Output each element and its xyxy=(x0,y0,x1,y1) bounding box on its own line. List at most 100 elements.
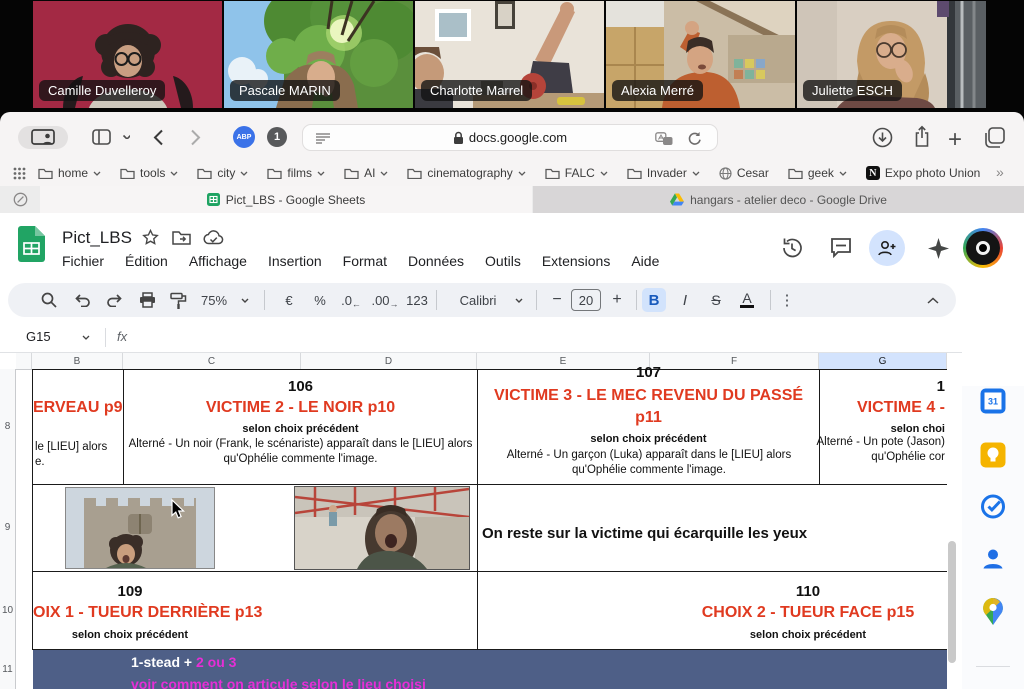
format-percent-button[interactable]: % xyxy=(307,283,333,317)
formula-input[interactable] xyxy=(140,322,962,352)
name-box[interactable]: G15 xyxy=(26,329,51,344)
extension-counter-badge[interactable]: 1 xyxy=(267,127,287,147)
menu-insertion[interactable]: Insertion xyxy=(268,253,322,269)
text-color-button[interactable]: A xyxy=(736,283,758,317)
paint-format-button[interactable] xyxy=(165,283,191,317)
increase-decimal-button[interactable]: .00 → xyxy=(370,283,400,317)
italic-button[interactable]: I xyxy=(674,283,696,317)
keep-panel-button[interactable] xyxy=(981,443,1006,468)
menu-donnees[interactable]: Données xyxy=(408,253,464,269)
bookmarks-overflow-button[interactable]: » xyxy=(996,164,1004,180)
bookmark-folder-home[interactable]: home xyxy=(38,166,101,180)
redo-button[interactable] xyxy=(101,283,127,317)
row-header-9[interactable]: 9 xyxy=(0,484,16,571)
increase-font-size-button[interactable]: + xyxy=(606,283,628,317)
tab-google-sheets[interactable]: Pict_LBS - Google Sheets xyxy=(40,186,532,213)
bookmark-folder-tools[interactable]: tools xyxy=(120,166,178,180)
video-tile-pascale-active-speaker[interactable]: Pascale MARIN xyxy=(224,1,413,108)
name-box-dropdown[interactable] xyxy=(82,335,90,341)
bookmark-expo-photo-union[interactable]: N Expo photo Union xyxy=(866,166,980,180)
sidebar-chevron-button[interactable] xyxy=(122,134,130,139)
tasks-panel-button[interactable] xyxy=(981,494,1006,524)
search-menus-button[interactable] xyxy=(36,283,62,317)
downloads-button[interactable] xyxy=(872,127,893,148)
menu-fichier[interactable]: Fichier xyxy=(62,253,104,269)
row-header-8[interactable]: 8 xyxy=(0,369,16,484)
pinned-tab[interactable] xyxy=(13,192,28,207)
menu-format[interactable]: Format xyxy=(343,253,387,269)
maps-panel-button[interactable] xyxy=(983,598,1003,630)
cell-row9-caption[interactable]: On reste sur la victime qui écarquille l… xyxy=(482,525,807,542)
contacts-panel-button[interactable] xyxy=(981,547,1005,576)
column-header-d[interactable]: D xyxy=(301,353,477,369)
column-header-b[interactable]: B xyxy=(32,353,123,369)
tab-overview-button[interactable] xyxy=(984,127,1005,148)
vertical-scrollbar-thumb[interactable] xyxy=(948,541,956,663)
cell-c8-d8[interactable]: 106 VICTIME 2 - LE NOIR p10 selon choix … xyxy=(124,369,477,484)
share-button[interactable] xyxy=(913,125,931,148)
row-header-11[interactable]: 11 xyxy=(0,649,16,689)
bookmark-folder-city[interactable]: city xyxy=(197,166,248,180)
share-document-button[interactable] xyxy=(869,230,905,266)
bookmark-folder-cinematography[interactable]: cinematography xyxy=(407,166,525,180)
video-tile-alexia[interactable]: Alexia Merré xyxy=(606,1,795,108)
decrease-decimal-button[interactable]: .0 ← xyxy=(338,283,364,317)
version-history-icon[interactable] xyxy=(780,237,804,259)
column-header-g-selected[interactable]: G xyxy=(819,353,947,369)
number-format-button[interactable]: 123 xyxy=(402,283,432,317)
address-bar[interactable]: docs.google.com xyxy=(302,124,718,151)
zoom-dropdown-arrow[interactable] xyxy=(238,283,252,317)
back-button[interactable] xyxy=(153,129,164,146)
cloud-saved-icon[interactable] xyxy=(203,230,225,246)
cell-row10-right[interactable]: 110 CHOIX 2 - TUEUR FACE p15 selon choix… xyxy=(477,571,947,649)
screen-share-button[interactable] xyxy=(18,126,68,149)
spreadsheet-grid[interactable]: B C D E F G 8 9 10 xyxy=(0,353,947,689)
frequently-visited-button[interactable] xyxy=(13,167,26,180)
cell-image-castle-laugh[interactable] xyxy=(65,487,215,569)
document-title[interactable]: Pict_LBS xyxy=(62,228,132,248)
bookmark-folder-ai[interactable]: AI xyxy=(344,166,388,180)
cell-b8[interactable]: ERVEAU p9 le [LIEU] alors e. xyxy=(33,369,122,484)
adblock-extension-badge[interactable]: ABP xyxy=(233,126,255,148)
translate-icon[interactable] xyxy=(655,132,673,146)
move-to-folder-icon[interactable] xyxy=(172,230,191,245)
format-currency-button[interactable]: € xyxy=(276,283,302,317)
zoom-select[interactable]: 75% xyxy=(196,283,232,317)
menu-outils[interactable]: Outils xyxy=(485,253,521,269)
column-header-a-sliver[interactable] xyxy=(16,353,32,369)
new-tab-button[interactable]: + xyxy=(948,126,962,154)
cell-row11-banner[interactable]: 1-stead + 2 ou 3 voir comment on articul… xyxy=(33,650,947,689)
menu-edition[interactable]: Édition xyxy=(125,253,168,269)
cell-g8[interactable]: 1 VICTIME 4 - selon choi Alterné - Un po… xyxy=(687,369,947,484)
font-family-select[interactable]: Calibri xyxy=(448,283,508,317)
video-tile-juliette[interactable]: Juliette ESCH xyxy=(797,1,986,108)
column-header-c[interactable]: C xyxy=(123,353,301,369)
decrease-font-size-button[interactable]: − xyxy=(546,283,568,317)
comments-icon[interactable] xyxy=(830,237,852,258)
bookmark-folder-geek[interactable]: geek xyxy=(788,166,847,180)
menu-extensions[interactable]: Extensions xyxy=(542,253,610,269)
print-button[interactable] xyxy=(134,283,160,317)
bold-button-active[interactable]: B xyxy=(642,288,666,312)
forward-button[interactable] xyxy=(190,129,201,146)
star-icon[interactable] xyxy=(142,229,159,246)
strikethrough-button[interactable]: S xyxy=(705,283,727,317)
account-avatar[interactable] xyxy=(963,228,1003,268)
menu-aide[interactable]: Aide xyxy=(631,253,659,269)
cell-image-warehouse-laugh[interactable] xyxy=(294,486,470,570)
row-header-10[interactable]: 10 xyxy=(0,571,16,649)
reload-icon[interactable] xyxy=(687,131,701,146)
menu-affichage[interactable]: Affichage xyxy=(189,253,247,269)
calendar-panel-button[interactable]: 31 xyxy=(981,389,1006,414)
cell-row10-left[interactable]: 109 OIX 1 - TUEUR DERRIÈRE p13 selon cho… xyxy=(32,571,477,649)
tab-google-drive[interactable]: hangars - atelier deco - Google Drive xyxy=(533,186,1024,213)
sidebar-toggle-button[interactable] xyxy=(92,129,111,145)
collapse-toolbar-button[interactable] xyxy=(920,283,946,317)
bookmark-cesar[interactable]: Cesar xyxy=(719,166,769,180)
font-size-input[interactable]: 20 xyxy=(571,289,601,311)
bookmark-folder-falc[interactable]: FALC xyxy=(545,166,608,180)
font-dropdown-arrow[interactable] xyxy=(512,283,526,317)
gemini-sparkle-icon[interactable] xyxy=(928,238,949,259)
video-tile-charlotte[interactable]: Charlotte Marrel xyxy=(415,1,604,108)
reader-view-icon[interactable] xyxy=(315,132,331,145)
